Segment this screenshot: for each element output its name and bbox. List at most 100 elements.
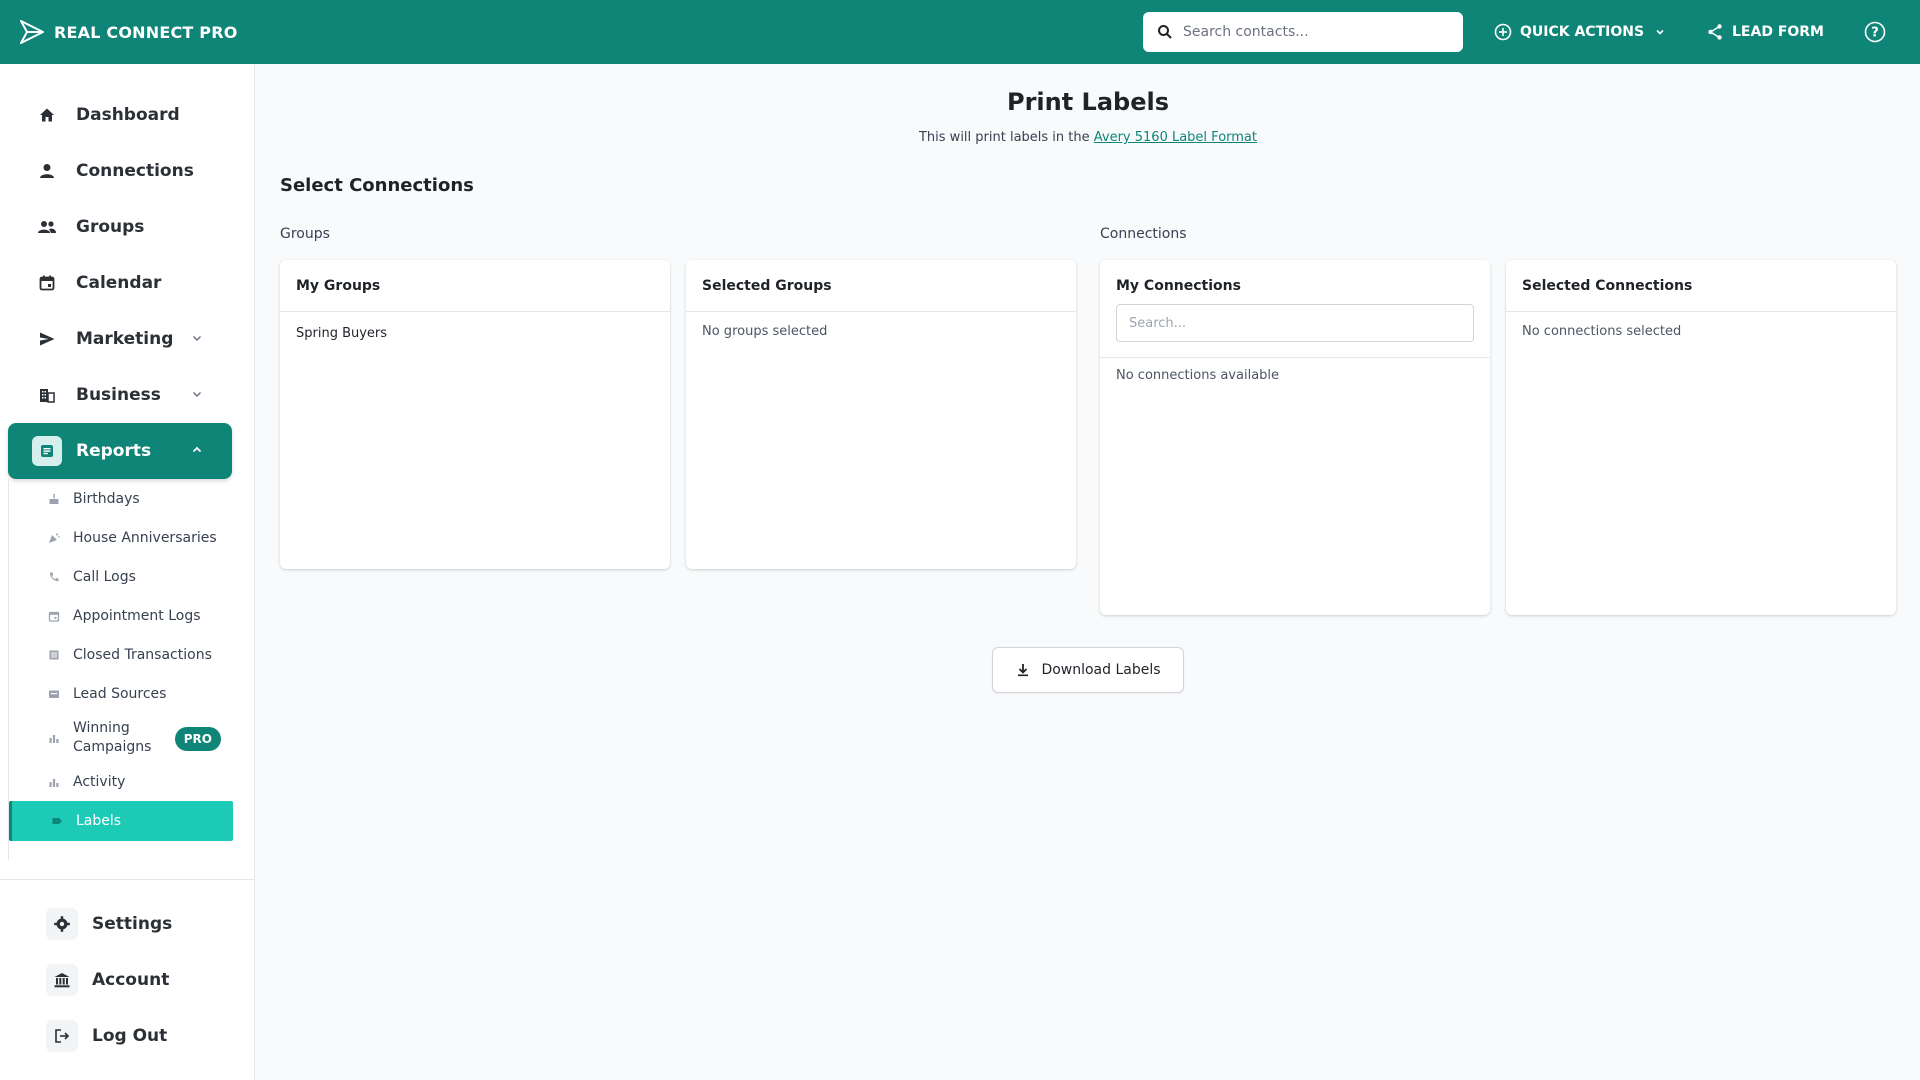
lead-form-button[interactable]: LEAD FORM: [1706, 0, 1824, 64]
help-button[interactable]: ?: [1864, 0, 1894, 64]
send-icon: [36, 328, 58, 350]
sidebar-item-label: Log Out: [92, 1026, 168, 1046]
sidebar-item-label: Settings: [92, 914, 173, 934]
card-title: Selected Connections: [1506, 260, 1896, 312]
groups-label: Groups: [280, 226, 330, 242]
sidebar-item-label: Reports: [76, 441, 152, 461]
logout-icon: [46, 1020, 78, 1052]
sidebar-item-marketing[interactable]: Marketing: [8, 311, 232, 367]
download-labels-label: Download Labels: [1041, 662, 1161, 678]
subitem-label: Activity: [73, 774, 126, 790]
page-subtitle: This will print labels in the Avery 5160…: [256, 130, 1920, 145]
sidebar-item-label: Account: [92, 970, 170, 990]
subitem-activity[interactable]: Activity: [9, 762, 233, 802]
my-connections-card: My Connections No connections available: [1100, 260, 1490, 615]
sidebar: Dashboard Connections Groups Calendar Ma…: [0, 64, 255, 1080]
sidebar-item-connections[interactable]: Connections: [8, 143, 232, 199]
help-icon: ?: [1864, 21, 1886, 43]
sidebar-item-label: Groups: [76, 217, 145, 237]
sidebar-item-calendar[interactable]: Calendar: [8, 255, 232, 311]
contact-search[interactable]: [1143, 12, 1463, 52]
avery-format-link[interactable]: Avery 5160 Label Format: [1094, 130, 1257, 145]
subitem-label: Call Logs: [73, 569, 136, 585]
bank-icon: [46, 964, 78, 996]
selected-connections-card: Selected Connections No connections sele…: [1506, 260, 1896, 615]
search-icon: [1158, 25, 1172, 39]
subitem-label: Lead Sources: [73, 686, 167, 702]
sidebar-item-label: Business: [76, 385, 161, 405]
main-content: Print Labels This will print labels in t…: [256, 64, 1920, 1080]
brand[interactable]: REAL CONNECT PRO: [18, 18, 238, 46]
subitem-label: Appointment Logs: [73, 608, 201, 624]
page-title: Print Labels: [1006, 88, 1170, 116]
share-icon: [1708, 24, 1722, 40]
lead-form-label: LEAD FORM: [1732, 24, 1824, 40]
subitem-label: House Anniversaries: [73, 530, 217, 546]
home-icon: [36, 104, 58, 126]
bar-chart-icon: [47, 775, 61, 789]
pro-badge: PRO: [174, 727, 221, 751]
subitem-house-anniversaries[interactable]: House Anniversaries: [9, 518, 233, 558]
phone-icon: [47, 570, 61, 584]
subitem-labels[interactable]: Labels: [9, 801, 233, 841]
subitem-label: Birthdays: [73, 491, 140, 507]
people-icon: [36, 216, 58, 238]
subitem-appointment-logs[interactable]: Appointment Logs: [9, 596, 233, 636]
list-item[interactable]: Spring Buyers: [296, 324, 654, 341]
subitem-label: Closed Transactions: [73, 647, 212, 663]
sidebar-item-label: Marketing: [76, 329, 174, 349]
quick-actions-label: QUICK ACTIONS: [1520, 24, 1645, 40]
label-icon: [50, 814, 64, 828]
svg-text:?: ?: [1871, 26, 1879, 41]
inbox-icon: [47, 687, 61, 701]
empty-message: No groups selected: [702, 324, 828, 339]
chevron-down-icon: [1656, 29, 1664, 35]
add-circle-icon: [1494, 23, 1512, 41]
bar-chart-icon: [47, 731, 61, 745]
gear-icon: [46, 908, 78, 940]
quick-actions-button[interactable]: QUICK ACTIONS: [1494, 0, 1666, 64]
selected-groups-card: Selected Groups No groups selected: [686, 260, 1076, 569]
empty-message: No connections selected: [1522, 324, 1682, 339]
chevron-down-icon: [192, 335, 202, 342]
subitem-label-line1: Winning: [73, 720, 130, 736]
person-icon: [36, 160, 58, 182]
subitem-birthdays[interactable]: Birthdays: [9, 479, 233, 519]
sidebar-item-groups[interactable]: Groups: [8, 199, 232, 255]
connections-label: Connections: [1100, 226, 1187, 242]
cake-icon: [47, 492, 61, 506]
sidebar-item-settings[interactable]: Settings: [46, 904, 172, 944]
empty-message: No connections available: [1116, 368, 1280, 383]
subitem-closed-transactions[interactable]: Closed Transactions: [9, 635, 233, 675]
report-icon: [32, 436, 62, 466]
sidebar-item-dashboard[interactable]: Dashboard: [8, 87, 232, 143]
card-title: Selected Groups: [686, 260, 1076, 312]
sidebar-item-logout[interactable]: Log Out: [46, 1016, 167, 1056]
subtitle-text: This will print labels in the: [918, 130, 1094, 145]
connections-search-input[interactable]: [1116, 304, 1474, 342]
my-groups-card: My Groups Spring Buyers: [280, 260, 670, 569]
reports-submenu: Birthdays House Anniversaries Call Logs …: [8, 479, 233, 860]
contact-search-input[interactable]: [1183, 24, 1443, 40]
calendar-icon: [36, 272, 58, 294]
download-icon: [1018, 664, 1029, 677]
chevron-up-icon: [192, 446, 202, 453]
subitem-winning-campaigns[interactable]: Winning Campaigns PRO: [9, 713, 233, 763]
subitem-lead-sources[interactable]: Lead Sources: [9, 674, 233, 714]
card-title: My Connections: [1116, 278, 1241, 294]
subitem-call-logs[interactable]: Call Logs: [9, 557, 233, 597]
logo-icon: [20, 20, 44, 44]
sidebar-item-business[interactable]: Business: [8, 367, 232, 423]
calendar-small-icon: [47, 609, 61, 623]
subitem-label: Labels: [76, 813, 122, 829]
sidebar-item-account[interactable]: Account: [46, 960, 169, 1000]
building-icon: [36, 384, 58, 406]
sidebar-item-reports[interactable]: Reports: [8, 423, 232, 479]
card-header: My Connections: [1100, 260, 1490, 358]
sidebar-item-label: Calendar: [76, 273, 162, 293]
sidebar-item-label: Connections: [76, 161, 194, 181]
download-labels-button[interactable]: Download Labels: [992, 647, 1184, 693]
subitem-label: Winning Campaigns: [73, 719, 151, 757]
section-title: Select Connections: [280, 175, 474, 196]
top-bar: REAL CONNECT PRO QUICK ACTIONS LEAD FORM: [0, 0, 1920, 64]
